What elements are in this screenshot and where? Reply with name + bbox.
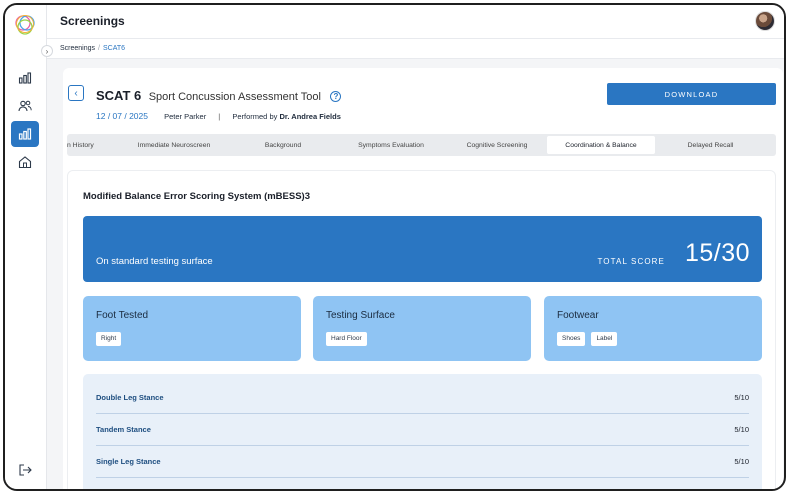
users-icon: [18, 100, 32, 112]
screening-detail-card: ‹ SCAT 6 Sport Concussion Assessment Too…: [63, 68, 783, 489]
footwear-card: Footwear Shoes Label: [544, 296, 762, 361]
sidebar: [5, 5, 47, 489]
page-subtitle: Sport Concussion Assessment Tool: [148, 91, 321, 103]
tab-immediate-neuroscreen[interactable]: Immediate Neuroscreen: [117, 136, 231, 154]
home-icon: [18, 156, 32, 169]
total-score-label: TOTAL SCORE: [597, 257, 665, 266]
download-button[interactable]: DOWNLOAD: [607, 83, 776, 105]
breadcrumb-separator: /: [98, 45, 100, 52]
sidebar-item-screenings[interactable]: [11, 121, 39, 147]
stance-list: Double Leg Stance 5/10 Tandem Stance 5/1…: [83, 374, 762, 489]
app-logo-icon[interactable]: [12, 12, 38, 38]
performed-by-prefix: Performed by: [232, 112, 278, 121]
breadcrumb-current[interactable]: SCAT6: [103, 45, 125, 52]
list-item: Double Leg Stance 5/10: [96, 382, 749, 414]
logout-icon: [19, 464, 32, 476]
chip: Label: [591, 332, 618, 346]
card-title: Testing Surface: [326, 310, 395, 321]
tab-bar: n History Immediate Neuroscreen Backgrou…: [67, 134, 776, 156]
performed-by-name: Dr. Andrea Fields: [279, 112, 341, 121]
avatar[interactable]: [755, 11, 775, 31]
screening-date: 12 / 07 / 2025: [96, 111, 148, 121]
card-title: Foot Tested: [96, 310, 149, 321]
app-title: Screenings: [60, 14, 125, 28]
app-window: › Screenings Screenings / SCAT6 ‹ SCAT 6 S…: [3, 3, 786, 491]
mbess-section: Modified Balance Error Scoring System (m…: [67, 170, 776, 489]
patient-name: Peter Parker: [164, 112, 207, 121]
page-title-row: SCAT 6 Sport Concussion Assessment Tool …: [96, 87, 342, 105]
sidebar-item-dashboard[interactable]: [11, 65, 39, 91]
chip: Hard Floor: [326, 332, 367, 346]
list-item: Tandem Stance 5/10: [96, 414, 749, 446]
page-title: SCAT 6: [96, 88, 142, 103]
tab-coordination-balance[interactable]: Coordination & Balance: [547, 136, 655, 154]
section-title: Modified Balance Error Scoring System (m…: [83, 191, 311, 202]
stance-score: 5/10: [734, 425, 749, 434]
chip: Right: [96, 332, 122, 346]
banner-label: On standard testing surface: [96, 256, 213, 267]
tab-background[interactable]: Background: [231, 136, 335, 154]
tab-concussion-history[interactable]: n History: [67, 136, 117, 154]
foot-tested-card: Foot Tested Right: [83, 296, 301, 361]
breadcrumb-root-link[interactable]: Screenings: [60, 45, 95, 52]
logout-button[interactable]: [11, 457, 39, 483]
sidebar-collapse-button[interactable]: ›: [41, 45, 53, 57]
chevron-right-icon: ›: [45, 46, 49, 56]
tab-symptoms-evaluation[interactable]: Symptoms Evaluation: [335, 136, 447, 154]
total-score-value: 15/30: [684, 239, 750, 267]
stance-score: 5/10: [734, 457, 749, 466]
stance-label: Single Leg Stance: [96, 457, 161, 466]
meta-divider: |: [218, 112, 221, 121]
testing-surface-card: Testing Surface Hard Floor: [313, 296, 531, 361]
breadcrumb: Screenings / SCAT6: [47, 39, 784, 59]
list-item: Single Leg Stance 5/10: [96, 446, 749, 478]
stance-score: 5/10: [734, 393, 749, 402]
score-banner: On standard testing surface TOTAL SCORE …: [83, 216, 762, 282]
stance-label: Tandem Stance: [96, 425, 151, 434]
chip: Shoes: [557, 332, 586, 346]
screening-meta: 12 / 07 / 2025 Peter Parker | Performed …: [96, 111, 341, 121]
card-title: Footwear: [557, 310, 599, 321]
sidebar-item-users[interactable]: [11, 93, 39, 119]
bar-chart-icon: [18, 72, 32, 84]
help-icon[interactable]: ?: [330, 91, 342, 102]
chevron-left-icon: ‹: [74, 87, 78, 99]
top-bar: Screenings: [47, 5, 784, 39]
sidebar-item-home[interactable]: [11, 149, 39, 175]
back-button[interactable]: ‹: [68, 85, 84, 101]
tab-cognitive-screening[interactable]: Cognitive Screening: [447, 136, 547, 154]
stance-label: Double Leg Stance: [96, 393, 164, 402]
tab-delayed-recall[interactable]: Delayed Recall: [655, 136, 766, 154]
bar-chart-icon: [18, 128, 32, 140]
